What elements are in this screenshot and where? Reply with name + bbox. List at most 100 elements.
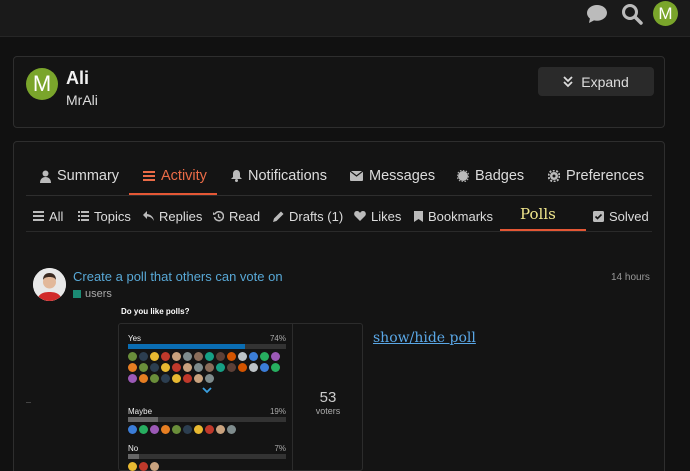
tab-label: Badges [475, 168, 525, 184]
voter-avatar[interactable] [172, 425, 181, 434]
tab-summary[interactable]: Summary [40, 166, 119, 186]
show-hide-poll-link[interactable]: show/hide poll [373, 330, 476, 346]
voter-avatar[interactable] [238, 352, 247, 361]
subtab-solved[interactable]: Solved [593, 207, 649, 225]
voter-avatar[interactable] [161, 374, 170, 383]
tab-badges[interactable]: Badges [457, 166, 524, 186]
voter-avatar[interactable] [161, 363, 170, 372]
voter-avatar[interactable] [150, 363, 159, 372]
voter-avatar[interactable] [139, 352, 148, 361]
poll-option-label-no: No [128, 444, 139, 453]
voter-avatar[interactable] [139, 425, 148, 434]
voter-avatar[interactable] [150, 374, 159, 383]
post-author-avatar[interactable] [33, 268, 66, 301]
expand-label: Expand [581, 73, 629, 90]
poll-divider [292, 323, 293, 471]
search-icon[interactable] [620, 2, 644, 26]
voter-avatar[interactable] [249, 363, 258, 372]
subtab-bookmarks[interactable]: Bookmarks [414, 207, 493, 225]
voter-avatar[interactable] [216, 363, 225, 372]
poll-voters-label: voters [315, 406, 341, 416]
expand-button[interactable]: Expand [538, 67, 654, 96]
current-user-avatar[interactable]: M [653, 1, 678, 26]
voter-avatar[interactable] [205, 352, 214, 361]
voter-avatar[interactable] [139, 462, 148, 471]
voter-avatar[interactable] [260, 352, 269, 361]
voter-avatar[interactable] [216, 425, 225, 434]
chevron-down-icon[interactable] [202, 386, 212, 397]
tab-preferences[interactable]: Preferences [548, 166, 644, 186]
tab-label: Notifications [248, 168, 327, 184]
poll-option-percent-no: 7% [274, 444, 286, 453]
bookmark-icon [414, 210, 423, 222]
voter-avatar[interactable] [271, 363, 280, 372]
voter-avatar[interactable] [183, 425, 192, 434]
voter-avatar[interactable] [260, 363, 269, 372]
voter-avatar[interactable] [139, 374, 148, 383]
voter-avatar[interactable] [128, 363, 137, 372]
subtab-likes[interactable]: Likes [354, 207, 401, 225]
subtab-replies[interactable]: Replies [143, 207, 202, 225]
subtab-topics[interactable]: Topics [78, 207, 131, 225]
voter-avatar[interactable] [249, 352, 258, 361]
subtab-all[interactable]: All [33, 207, 63, 225]
voter-avatar[interactable] [194, 425, 203, 434]
voter-avatar[interactable] [150, 425, 159, 434]
voter-avatar[interactable] [205, 374, 214, 383]
voter-avatar[interactable] [139, 363, 148, 372]
voter-avatar[interactable] [227, 352, 236, 361]
voter-avatar[interactable] [172, 363, 181, 372]
voter-avatar[interactable] [194, 363, 203, 372]
subtab-drafts[interactable]: Drafts (1) [273, 207, 343, 225]
voter-avatar[interactable] [227, 363, 236, 372]
tab-messages[interactable]: Messages [350, 166, 435, 186]
voter-avatar[interactable] [205, 425, 214, 434]
tab-notifications[interactable]: Notifications [231, 166, 327, 186]
voter-avatar[interactable] [183, 374, 192, 383]
voter-avatars-yes[interactable] [128, 352, 288, 383]
poll-voters-count: 53 [319, 389, 337, 406]
voter-avatar[interactable] [150, 462, 159, 471]
double-chevron-down-icon [563, 75, 573, 87]
voter-avatar[interactable] [271, 352, 280, 361]
voter-avatar[interactable] [238, 363, 247, 372]
voter-avatar[interactable] [216, 352, 225, 361]
category-link[interactable]: users [85, 288, 112, 300]
subtab-label: Replies [159, 208, 203, 224]
subtab-label: Polls [520, 205, 556, 223]
voter-avatar[interactable] [128, 352, 137, 361]
voter-avatar[interactable] [128, 374, 137, 383]
profile-avatar: M [26, 68, 58, 100]
tab-label: Activity [161, 168, 207, 184]
subtab-read[interactable]: Read [213, 207, 260, 225]
voter-avatar[interactable] [194, 374, 203, 383]
chat-bubble-icon[interactable] [585, 2, 609, 26]
voter-avatar[interactable] [194, 352, 203, 361]
voter-avatar[interactable] [128, 462, 137, 471]
poll-option-label-maybe: Maybe [128, 407, 153, 416]
subtab-label: Drafts (1) [289, 208, 344, 224]
poll-bar-yes [128, 344, 286, 349]
voter-avatar[interactable] [205, 363, 214, 372]
voter-avatar[interactable] [183, 363, 192, 372]
voter-avatars-maybe[interactable] [128, 425, 288, 434]
voter-avatar[interactable] [172, 352, 181, 361]
voter-avatar[interactable] [183, 352, 192, 361]
stream-icon [143, 171, 155, 181]
profile-name: Ali [66, 68, 90, 88]
voter-avatar[interactable] [227, 425, 236, 434]
poll-option-percent-maybe: 19% [269, 407, 286, 416]
subtab-polls[interactable]: Polls [520, 205, 556, 223]
voter-avatar[interactable] [161, 425, 170, 434]
check-square-icon [593, 210, 604, 222]
tab-activity[interactable]: Activity [143, 166, 207, 186]
voter-avatar[interactable] [161, 352, 170, 361]
voter-avatar[interactable] [150, 352, 159, 361]
post-title-link[interactable]: Create a poll that others can vote on [73, 269, 283, 284]
subtab-label: Read [229, 208, 261, 224]
tab-label: Messages [369, 168, 436, 184]
voter-avatars-no[interactable] [128, 462, 288, 471]
voter-avatar[interactable] [128, 425, 137, 434]
voter-avatar[interactable] [172, 374, 181, 383]
active-tab-indicator [129, 193, 217, 195]
